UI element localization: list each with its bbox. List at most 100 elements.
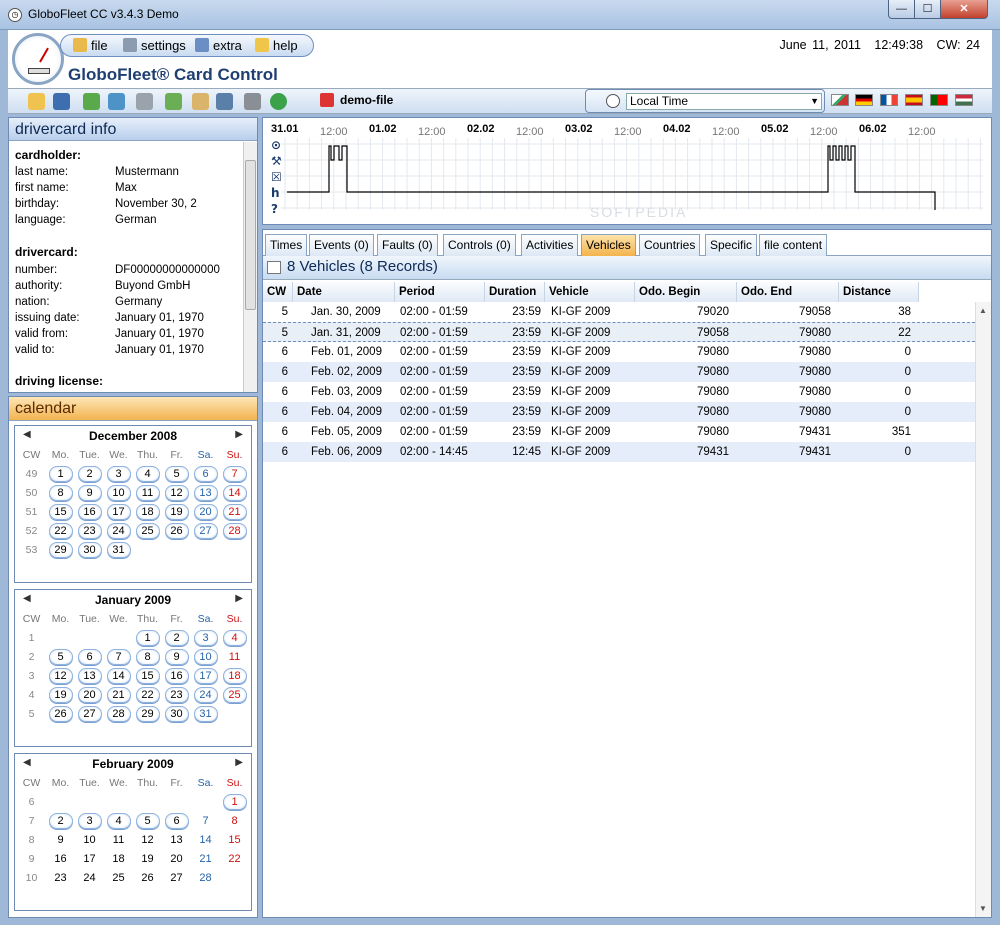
maximize-button[interactable]: ☐ bbox=[914, 0, 941, 19]
calendar-day[interactable]: 3 bbox=[191, 629, 220, 648]
calendar-day[interactable]: 8 bbox=[46, 484, 75, 503]
calendar-day[interactable]: 7 bbox=[104, 648, 133, 667]
calendar-day[interactable]: 17 bbox=[75, 850, 104, 869]
calendar-day[interactable]: 3 bbox=[75, 812, 104, 831]
column-header[interactable]: Period bbox=[395, 282, 485, 302]
calendar-day[interactable]: 11 bbox=[220, 648, 249, 667]
calendar-day[interactable]: 26 bbox=[162, 522, 191, 541]
column-header[interactable]: CW bbox=[263, 282, 293, 302]
menu-file[interactable]: file bbox=[73, 38, 108, 53]
calendar-day[interactable]: 7 bbox=[191, 812, 220, 831]
print-icon[interactable] bbox=[244, 93, 261, 110]
table-row[interactable]: 5 Jan. 30, 2009 02:00 - 01:59 23:59 KI-GF 20… bbox=[263, 302, 975, 322]
calendar-day[interactable]: 31 bbox=[104, 541, 133, 560]
calendar-day[interactable]: 23 bbox=[162, 686, 191, 705]
calendar-day[interactable]: 4 bbox=[104, 812, 133, 831]
calendar-day[interactable]: 10 bbox=[75, 831, 104, 850]
calendar-day[interactable]: 10 bbox=[104, 484, 133, 503]
table-row[interactable]: 6 Feb. 03, 2009 02:00 - 01:59 23:59 KI-GF 20… bbox=[263, 382, 975, 402]
calendar-day[interactable]: 17 bbox=[191, 667, 220, 686]
open-icon[interactable] bbox=[28, 93, 45, 110]
refresh-icon[interactable] bbox=[270, 93, 287, 110]
calendar-day[interactable]: 6 bbox=[162, 812, 191, 831]
calendar-day[interactable]: 5 bbox=[133, 812, 162, 831]
column-header[interactable]: Odo. Begin bbox=[635, 282, 737, 302]
database-icon[interactable] bbox=[83, 93, 100, 110]
calendar-day[interactable]: 16 bbox=[46, 850, 75, 869]
calendar-day[interactable]: 9 bbox=[162, 648, 191, 667]
calendar-day[interactable]: 22 bbox=[220, 850, 249, 869]
column-header[interactable]: Date bbox=[293, 282, 395, 302]
card-icon[interactable] bbox=[136, 93, 153, 110]
calendar-day[interactable]: 5 bbox=[46, 648, 75, 667]
calendar-day[interactable]: 1 bbox=[220, 793, 249, 812]
calendar-day[interactable]: 13 bbox=[75, 667, 104, 686]
timezone-select[interactable]: Local Time ▼ bbox=[626, 93, 822, 110]
calendar-day[interactable]: 30 bbox=[162, 705, 191, 724]
table-scrollbar[interactable]: ▲ ▼ bbox=[975, 302, 991, 917]
scroll-down-icon[interactable]: ▼ bbox=[979, 904, 987, 913]
calendar-day[interactable]: 4 bbox=[220, 629, 249, 648]
calendar-day[interactable]: 14 bbox=[104, 667, 133, 686]
column-header[interactable]: Distance bbox=[839, 282, 919, 302]
calendar-day[interactable]: 2 bbox=[162, 629, 191, 648]
calendar-day[interactable]: 12 bbox=[162, 484, 191, 503]
calendar-day[interactable]: 20 bbox=[191, 503, 220, 522]
app-icon[interactable]: ◷ bbox=[8, 8, 22, 22]
calendar-day[interactable]: 16 bbox=[75, 503, 104, 522]
flag-spain-icon[interactable] bbox=[905, 94, 923, 106]
column-header[interactable]: Vehicle bbox=[545, 282, 635, 302]
calendar-day[interactable]: 24 bbox=[191, 686, 220, 705]
calendar-day[interactable]: 18 bbox=[104, 850, 133, 869]
calendar-day[interactable]: 29 bbox=[133, 705, 162, 724]
scrollbar-thumb[interactable] bbox=[245, 160, 256, 310]
calendar-day[interactable]: 22 bbox=[133, 686, 162, 705]
calendar-day[interactable]: 25 bbox=[220, 686, 249, 705]
calendar-day[interactable]: 22 bbox=[46, 522, 75, 541]
close-button[interactable]: ✕ bbox=[940, 0, 988, 19]
calendar-day[interactable]: 1 bbox=[46, 465, 75, 484]
calendar-day[interactable]: 7 bbox=[220, 465, 249, 484]
import-icon[interactable] bbox=[108, 93, 125, 110]
calendar-day[interactable]: 19 bbox=[133, 850, 162, 869]
card-reader-icon[interactable] bbox=[165, 93, 182, 110]
tab-countries[interactable]: Countries bbox=[639, 234, 701, 256]
calendar-day[interactable]: 26 bbox=[133, 869, 162, 888]
calendar-day[interactable]: 23 bbox=[75, 522, 104, 541]
calendar-day[interactable]: 5 bbox=[162, 465, 191, 484]
calendar-day[interactable]: 19 bbox=[46, 686, 75, 705]
calendar-day[interactable]: 20 bbox=[162, 850, 191, 869]
tab-vehicles[interactable]: Vehicles bbox=[581, 234, 636, 256]
table-row[interactable]: 6 Feb. 05, 2009 02:00 - 01:59 23:59 KI-GF 20… bbox=[263, 422, 975, 442]
calendar-day[interactable]: 25 bbox=[133, 522, 162, 541]
calendar-day[interactable]: 2 bbox=[75, 465, 104, 484]
calendar-day[interactable]: 9 bbox=[75, 484, 104, 503]
menu-extra[interactable]: extra bbox=[195, 38, 242, 53]
calendar-day[interactable]: 30 bbox=[75, 541, 104, 560]
calendar-day[interactable]: 27 bbox=[75, 705, 104, 724]
tab-controls[interactable]: Controls (0) bbox=[443, 234, 516, 256]
calendar-day[interactable]: 25 bbox=[104, 869, 133, 888]
scroll-up-icon[interactable]: ▲ bbox=[979, 306, 987, 315]
calendar-day[interactable]: 18 bbox=[220, 667, 249, 686]
table-row[interactable]: 6 Feb. 01, 2009 02:00 - 01:59 23:59 KI-GF 20… bbox=[263, 342, 975, 362]
calendar-day[interactable]: 12 bbox=[46, 667, 75, 686]
tab-activities[interactable]: Activities bbox=[521, 234, 579, 256]
calendar-day[interactable]: 6 bbox=[191, 465, 220, 484]
calendar-day[interactable]: 28 bbox=[191, 869, 220, 888]
export-icon[interactable] bbox=[216, 93, 233, 110]
calendar-day[interactable]: 1 bbox=[133, 629, 162, 648]
calendar-day[interactable]: 15 bbox=[46, 503, 75, 522]
calendar-day[interactable]: 29 bbox=[46, 541, 75, 560]
info-scrollbar[interactable] bbox=[243, 142, 257, 392]
calendar-day[interactable]: 13 bbox=[162, 831, 191, 850]
tab-times[interactable]: Times bbox=[265, 234, 308, 256]
calendar-day[interactable]: 11 bbox=[133, 484, 162, 503]
calendar-day[interactable]: 4 bbox=[133, 465, 162, 484]
table-row[interactable]: 5 Jan. 31, 2009 02:00 - 01:59 23:59 KI-GF 20… bbox=[263, 322, 975, 342]
calendar-day[interactable]: 12 bbox=[133, 831, 162, 850]
column-header[interactable]: Odo. End bbox=[737, 282, 839, 302]
flag-germany-icon[interactable] bbox=[855, 94, 873, 106]
calendar-day[interactable]: 26 bbox=[46, 705, 75, 724]
calendar-day[interactable]: 21 bbox=[191, 850, 220, 869]
